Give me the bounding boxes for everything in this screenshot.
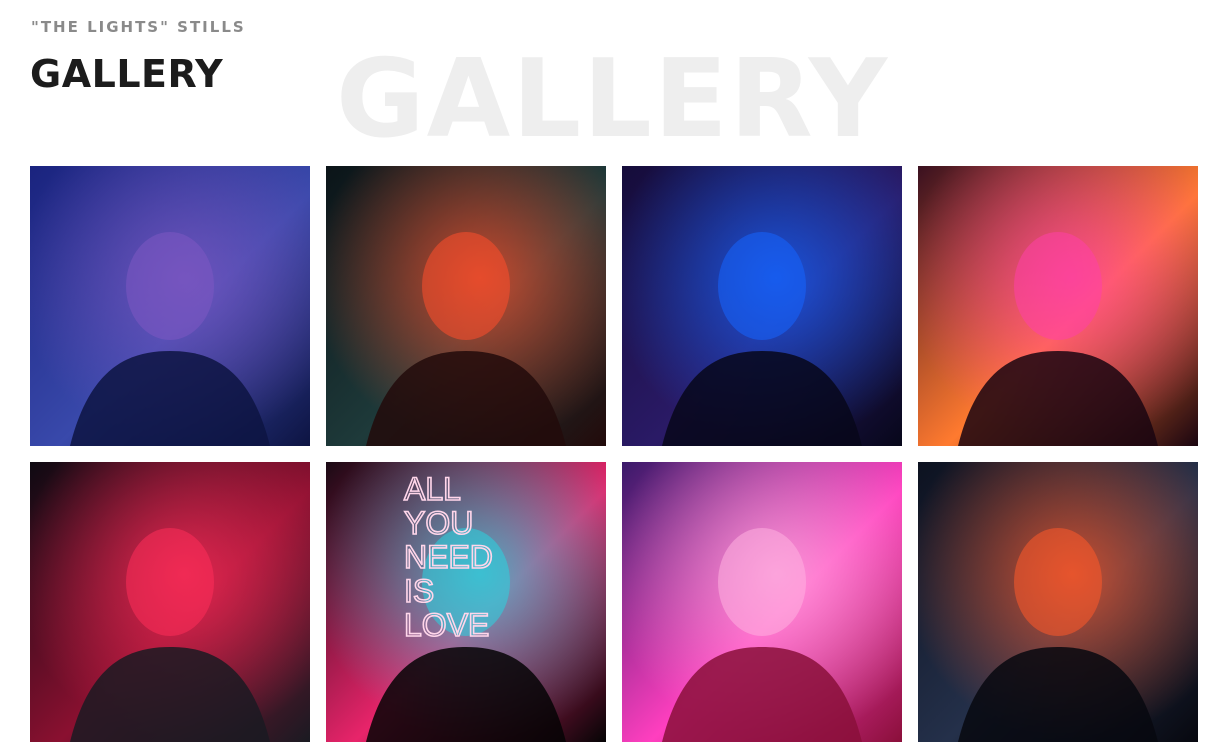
person-head <box>422 232 510 340</box>
section-subtitle: "THE LIGHTS" STILLS <box>31 18 246 36</box>
neon-sign-word: IS <box>404 573 434 609</box>
photo-grid: ALL YOU NEED IS LOVE <box>30 166 1198 742</box>
gallery-page: GALLERY "THE LIGHTS" STILLS GALLERY ALL … <box>0 0 1232 748</box>
gallery-watermark: GALLERY <box>336 37 890 162</box>
person-head <box>718 528 806 636</box>
neon-sign-word: YOU <box>404 505 473 541</box>
gallery-tile-7[interactable] <box>622 462 902 742</box>
person-head <box>126 232 214 340</box>
gallery-tile-3[interactable] <box>622 166 902 446</box>
person-head <box>1014 528 1102 636</box>
photo-man-fur-hood-neon <box>918 462 1198 742</box>
gallery-tile-8[interactable] <box>918 462 1198 742</box>
neon-sign-word: LOVE <box>404 607 489 643</box>
photo-woman-light-streaks <box>622 462 902 742</box>
person-head <box>718 232 806 340</box>
photo-woman-neon-sign <box>918 166 1198 446</box>
photo-woman-glasses-blue <box>30 166 310 446</box>
photo-woman-red-neon <box>30 462 310 742</box>
photo-man-silhouette-all-you-need-sign: ALLYOUNEEDISLOVE <box>326 462 606 742</box>
gallery-tile-6[interactable]: ALL YOU NEED IS LOVE <box>326 462 606 742</box>
gallery-tile-5[interactable] <box>30 462 310 742</box>
neon-sign-word: ALL <box>404 471 461 507</box>
photo-man-sunglasses-jacket <box>622 166 902 446</box>
neon-sign-word: NEED <box>404 539 493 575</box>
gallery-tile-2[interactable] <box>326 166 606 446</box>
person-head <box>1014 232 1102 340</box>
page-title: GALLERY <box>30 52 224 96</box>
photo-woman-beanie-neon <box>326 166 606 446</box>
person-head <box>126 528 214 636</box>
gallery-tile-4[interactable] <box>918 166 1198 446</box>
gallery-tile-1[interactable] <box>30 166 310 446</box>
